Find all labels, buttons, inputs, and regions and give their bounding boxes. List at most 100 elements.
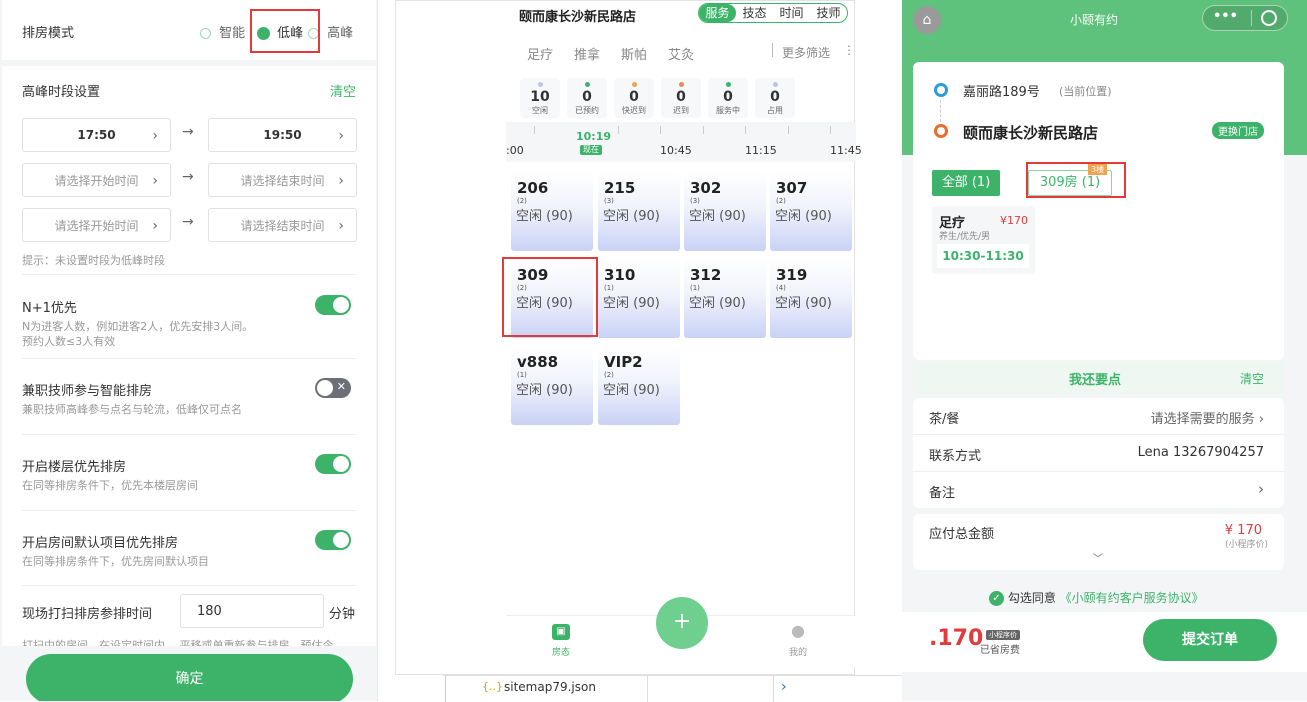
default-title: 开启房间默认项目优先排房	[22, 536, 179, 551]
clear-button[interactable]: 清空	[330, 81, 356, 100]
divider	[22, 585, 356, 586]
chevron-right-icon: ›	[152, 173, 158, 189]
room-card[interactable]: v888 (1) 空闲 (90)	[511, 345, 593, 425]
app-title: 小颐有约	[1070, 13, 1119, 27]
stat-booked[interactable]: 0 已预约	[567, 78, 607, 118]
chevron-right-icon: ›	[152, 218, 158, 234]
saved-fee-note: 已省房费	[980, 645, 1020, 656]
time-start-2[interactable]: 请选择开始时间 ›	[22, 163, 171, 197]
chevron-right-icon[interactable]: ›	[1258, 480, 1264, 498]
room-card[interactable]: 206 (2) 空闲 (90)	[511, 171, 593, 251]
store-name: 颐而康长沙新民路店	[963, 124, 1099, 142]
more-services-bar[interactable]: 我还要点 清空	[913, 362, 1284, 394]
more-services-label: 我还要点	[1069, 373, 1122, 388]
n1-toggle[interactable]	[315, 295, 351, 315]
seg-time[interactable]: 时间	[773, 4, 810, 22]
nav-room-status[interactable]: ▣ 房态	[548, 624, 574, 659]
room-card[interactable]: VIP2 (2) 空闲 (90)	[598, 345, 680, 425]
divider	[772, 43, 773, 57]
divider	[1251, 10, 1252, 26]
room-card[interactable]: 312 (1) 空闲 (90)	[684, 258, 766, 338]
clean-unit: 分钟	[329, 607, 356, 622]
radio-icon	[200, 28, 211, 39]
room-card[interactable]: 302 (3) 空闲 (90)	[684, 171, 766, 251]
filter-foot[interactable]: 足疗	[527, 44, 553, 63]
stat-in-service[interactable]: 0 服务中	[708, 78, 748, 118]
seg-service[interactable]: 服务	[699, 4, 736, 22]
default-toggle[interactable]	[315, 530, 351, 550]
n1-desc-2: 预约人数≤3人有效	[22, 335, 116, 348]
remark-label: 备注	[929, 486, 956, 501]
parttime-desc: 兼职技师高峰参与点名与轮流，低峰仅可点名	[22, 403, 242, 416]
stat-almost-late[interactable]: 0 快迟到	[614, 78, 654, 118]
filter-moxa[interactable]: 艾灸	[668, 44, 694, 63]
divider	[22, 510, 356, 511]
status-dot-icon	[678, 82, 684, 87]
change-store-button[interactable]: 更换门店	[1212, 122, 1264, 139]
more-icon[interactable]: •••	[1213, 9, 1238, 24]
confirm-button[interactable]: 确定	[26, 654, 353, 701]
close-target-icon[interactable]	[1261, 10, 1277, 26]
seg-tech[interactable]: 技师	[810, 4, 847, 22]
time-end-3[interactable]: 请选择结束时间 ›	[208, 208, 357, 242]
room-status-app: 颐而康长沙新民路店 服务 技态 时间 技师 足疗 推拿 斯帕 艾灸 更多筛选 ⋮…	[395, 0, 862, 675]
checkbox-checked-icon[interactable]: ✓	[989, 591, 1004, 606]
arrow-right-icon: →	[182, 124, 194, 140]
home-icon[interactable]: ⌂	[913, 6, 941, 34]
chevron-right-icon: ›	[338, 218, 344, 234]
more-filter-button[interactable]: 更多筛选	[782, 44, 830, 61]
clear-services-button[interactable]: 清空	[1240, 370, 1264, 387]
timeline-tick-label: 10:45	[660, 144, 692, 157]
status-dot-icon	[772, 82, 778, 87]
nav-me[interactable]: ● 我的	[785, 622, 811, 659]
parttime-toggle[interactable]: ✕	[315, 378, 351, 398]
timeline[interactable]: :00 10:19 现在 10:45 11:15 11:45	[506, 122, 862, 162]
floor-desc: 在同等排房条件下，优先本楼层房间	[22, 479, 198, 492]
tea-label: 茶/餐	[929, 412, 960, 427]
tea-select[interactable]: 请选择需要的服务 ›	[1151, 408, 1264, 427]
filter-massage[interactable]: 推拿	[574, 44, 600, 63]
n1-title: N+1优先	[22, 301, 77, 316]
now-badge: 现在	[580, 145, 602, 155]
timeline-tick	[703, 126, 704, 134]
default-desc: 在同等排房条件下，优先房间默认项目	[22, 555, 209, 568]
time-start-1[interactable]: 17:50 ›	[22, 118, 171, 152]
chevron-right-icon: ›	[338, 128, 344, 144]
room-card[interactable]: 215 (3) 空闲 (90)	[598, 171, 680, 251]
peak-settings: 高峰时段设置 清空 17:50 › → 19:50 › 请选择开始时间 › → 请选择…	[2, 66, 376, 646]
service-price: ¥170	[1000, 214, 1028, 227]
time-end-1[interactable]: 19:50 ›	[208, 118, 357, 152]
service-item[interactable]: 足疗 ¥170 养生/优先/男 10:30-11:30	[932, 206, 1035, 274]
submit-order-button[interactable]: 提交订单	[1143, 619, 1277, 661]
room-card[interactable]: 310 (1) 空闲 (90)	[598, 258, 680, 338]
timeline-tick-label: :00	[506, 144, 524, 157]
add-fab-button[interactable]: +	[656, 597, 708, 649]
status-dot-icon	[725, 82, 731, 87]
time-end-2[interactable]: 请选择结束时间 ›	[208, 163, 357, 197]
filter-spa[interactable]: 斯帕	[621, 44, 647, 63]
clean-time-input[interactable]	[180, 594, 324, 628]
store-dot-icon	[934, 124, 948, 138]
stat-idle[interactable]: 10 空闲	[520, 78, 560, 118]
json-file-icon: {..}	[482, 680, 503, 693]
file-tab[interactable]: {..} sitemap79.json	[445, 676, 648, 702]
chevron-right-icon[interactable]: ›	[781, 679, 787, 695]
info-card: 茶/餐 请选择需要的服务 › 联系方式 Lena 13267904257 备注 …	[913, 398, 1284, 508]
time-start-3[interactable]: 请选择开始时间 ›	[22, 208, 171, 242]
timeline-tick	[618, 126, 619, 134]
mode-option-smart[interactable]: 智能	[200, 22, 245, 41]
floor-toggle[interactable]	[315, 454, 351, 474]
room-icon: ▣	[552, 624, 570, 640]
room-card[interactable]: 307 (2) 空闲 (90)	[770, 171, 852, 251]
submit-bar: .170 小程序价 已省房费 提交订单	[902, 612, 1307, 672]
tab-all[interactable]: 全部 (1)	[932, 170, 1000, 196]
room-card[interactable]: 319 (4) 空闲 (90)	[770, 258, 852, 338]
seg-tech-status[interactable]: 技态	[736, 4, 773, 22]
agreement-link[interactable]: 《小颐有约客户服务协议》	[1060, 591, 1204, 605]
stat-late[interactable]: 0 迟到	[661, 78, 701, 118]
contact-value[interactable]: Lena 13267904257	[1138, 445, 1264, 460]
stat-occupied[interactable]: 0 占用	[755, 78, 795, 118]
more-vertical-icon: ⋮	[843, 43, 855, 57]
chevron-down-icon[interactable]: ﹀	[1093, 550, 1103, 565]
service-time: 10:30-11:30	[937, 244, 1029, 268]
